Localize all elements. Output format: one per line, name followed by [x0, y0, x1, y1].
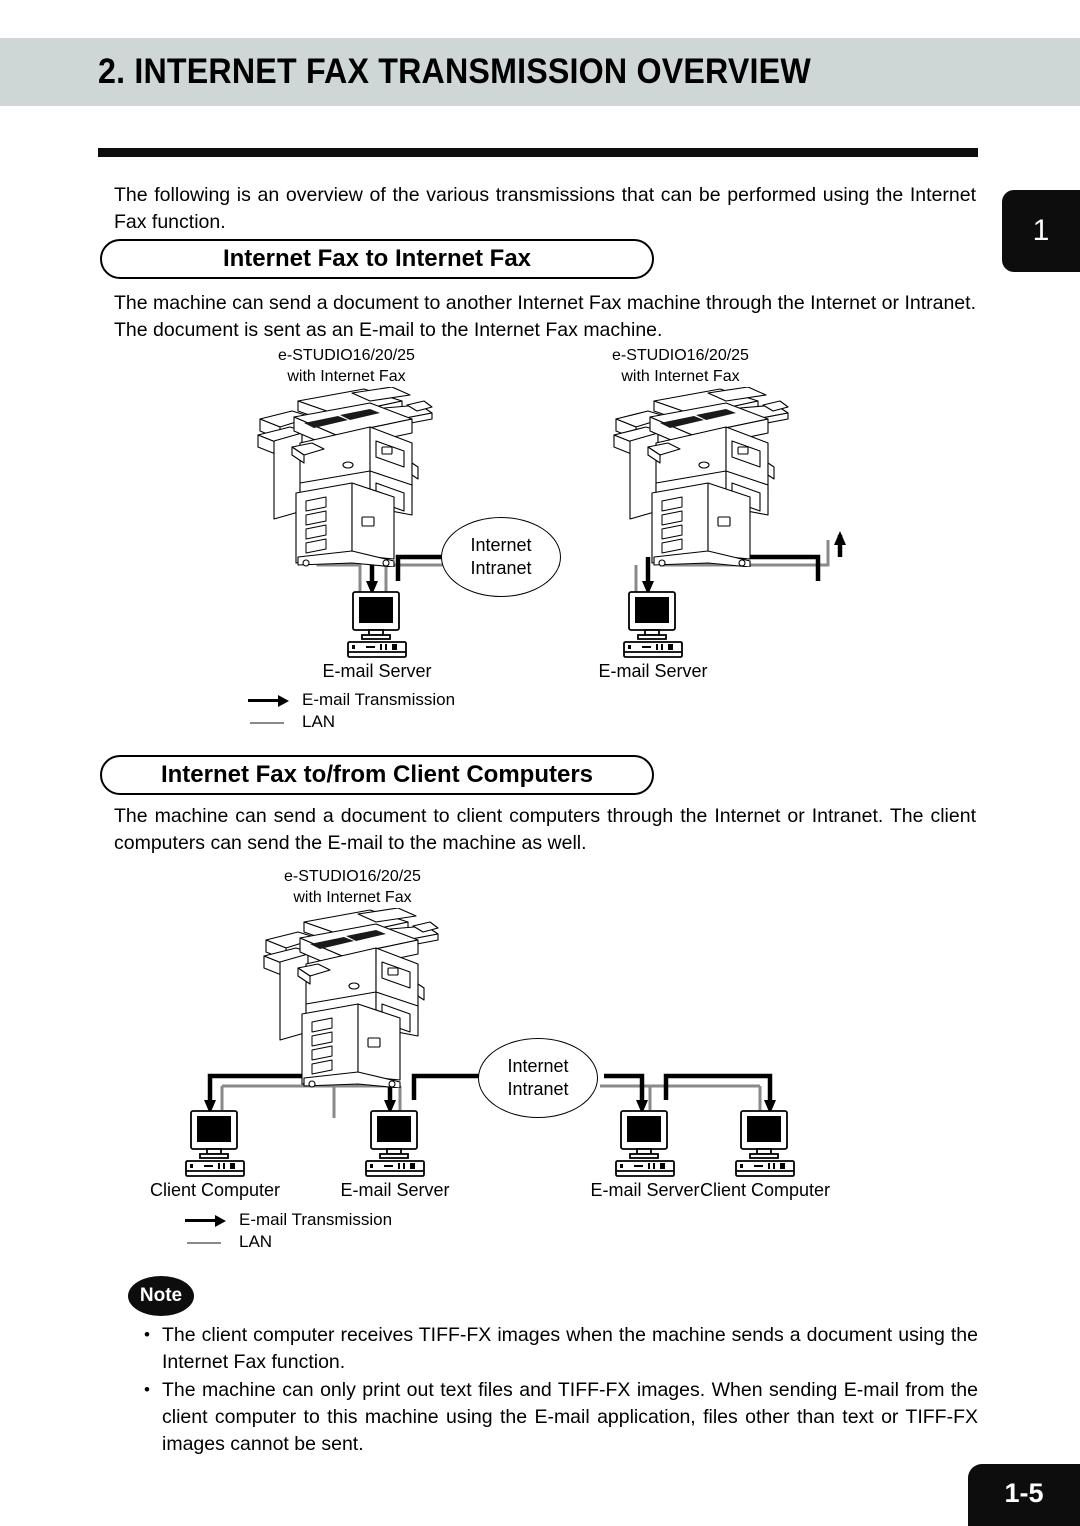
section-heading-internet-fax-to-from-client-computers: Internet Fax to/from Client Computers	[100, 755, 654, 795]
diagram-internet-fax-to-internet-fax: e-STUDIO16/20/25 with Internet Fax e-STU…	[0, 345, 1000, 685]
computer-icon-email-server-left	[365, 1110, 425, 1177]
computer-icon-email-server-right	[615, 1110, 675, 1177]
arrowhead-right-copier	[834, 531, 846, 545]
client-computer-right-label: Client Computer	[699, 1180, 831, 1200]
note-badge-label: Note	[139, 1285, 183, 1306]
copier-illustration-left	[257, 387, 433, 567]
computer-icon-email-server-left	[347, 591, 407, 658]
computer-icon-client-computer-left	[185, 1110, 245, 1177]
diagram1-connections	[316, 531, 846, 595]
section2-paragraph: The machine can send a document to clien…	[114, 805, 976, 854]
email-arrow-cloud-to-server-right	[604, 1073, 645, 1100]
chapter-tab: 1	[1002, 190, 1080, 272]
section1-heading-label: Internet Fax to Internet Fax	[222, 245, 532, 272]
email-arrow-server-right-to-client-right	[663, 1073, 773, 1100]
legend-row-email-transmission: E-mail Transmission	[185, 1210, 392, 1230]
legend-row-lan: LAN	[248, 712, 455, 732]
note-badge: Note	[128, 1276, 194, 1316]
note-item: • The client computer receives TIFF-FX i…	[140, 1322, 978, 1376]
legend-row-email-transmission: E-mail Transmission	[248, 690, 455, 710]
copier-illustration-right	[613, 387, 789, 567]
client-computer-left-label: Client Computer	[149, 1180, 281, 1200]
email-server-left-label: E-mail Server	[322, 661, 432, 681]
page-number-tab: 1-5	[968, 1464, 1080, 1526]
note-list: • The client computer receives TIFF-FX i…	[140, 1322, 978, 1459]
email-server-right-label: E-mail Server	[598, 661, 708, 681]
section-heading-internet-fax-to-internet-fax: Internet Fax to Internet Fax	[100, 239, 654, 279]
note-item: • The machine can only print out text fi…	[140, 1377, 978, 1458]
email-server-left-label: E-mail Server	[340, 1180, 450, 1200]
section1-paragraph: The machine can send a document to anoth…	[114, 292, 976, 341]
header-divider-rule	[98, 148, 978, 157]
legend-row-lan: LAN	[185, 1232, 392, 1252]
chapter-header-bar: 2. INTERNET FAX TRANSMISSION OVERVIEW	[0, 38, 1080, 106]
legend-diagram1: E-mail Transmission LAN	[248, 690, 455, 734]
chapter-tab-label: 1	[1032, 214, 1050, 247]
legend-diagram2: E-mail Transmission LAN	[185, 1210, 392, 1254]
section2-heading-label: Internet Fax to/from Client Computers	[160, 761, 594, 788]
line-icon	[248, 713, 290, 731]
email-server-right-label: E-mail Server	[590, 1180, 700, 1200]
diagram-internet-fax-to-from-client-computers: e-STUDIO16/20/25 with Internet Fax Inter…	[0, 862, 1000, 1202]
note-item-text: The machine can only print out text file…	[162, 1379, 978, 1455]
arrow-icon	[248, 691, 290, 709]
network-cloud-internet-intranet: Internet Intranet	[441, 517, 561, 597]
page-title: 2. INTERNET FAX TRANSMISSION OVERVIEW	[98, 52, 811, 91]
copier-illustration	[263, 908, 439, 1088]
bullet-icon: •	[144, 1325, 150, 1344]
network-cloud-internet-intranet: Internet Intranet	[478, 1038, 598, 1118]
line-icon	[185, 1233, 227, 1251]
note-item-text: The client computer receives TIFF-FX ima…	[162, 1324, 978, 1373]
computer-icon-client-computer-right	[735, 1110, 795, 1177]
arrow-icon	[185, 1211, 227, 1229]
computer-icon-email-server-right	[623, 591, 683, 658]
intro-paragraph: The following is an overview of the vari…	[114, 184, 976, 233]
page-number-label: 1-5	[1004, 1477, 1044, 1508]
bullet-icon: •	[144, 1380, 150, 1399]
diagram2-connections	[204, 1054, 776, 1118]
